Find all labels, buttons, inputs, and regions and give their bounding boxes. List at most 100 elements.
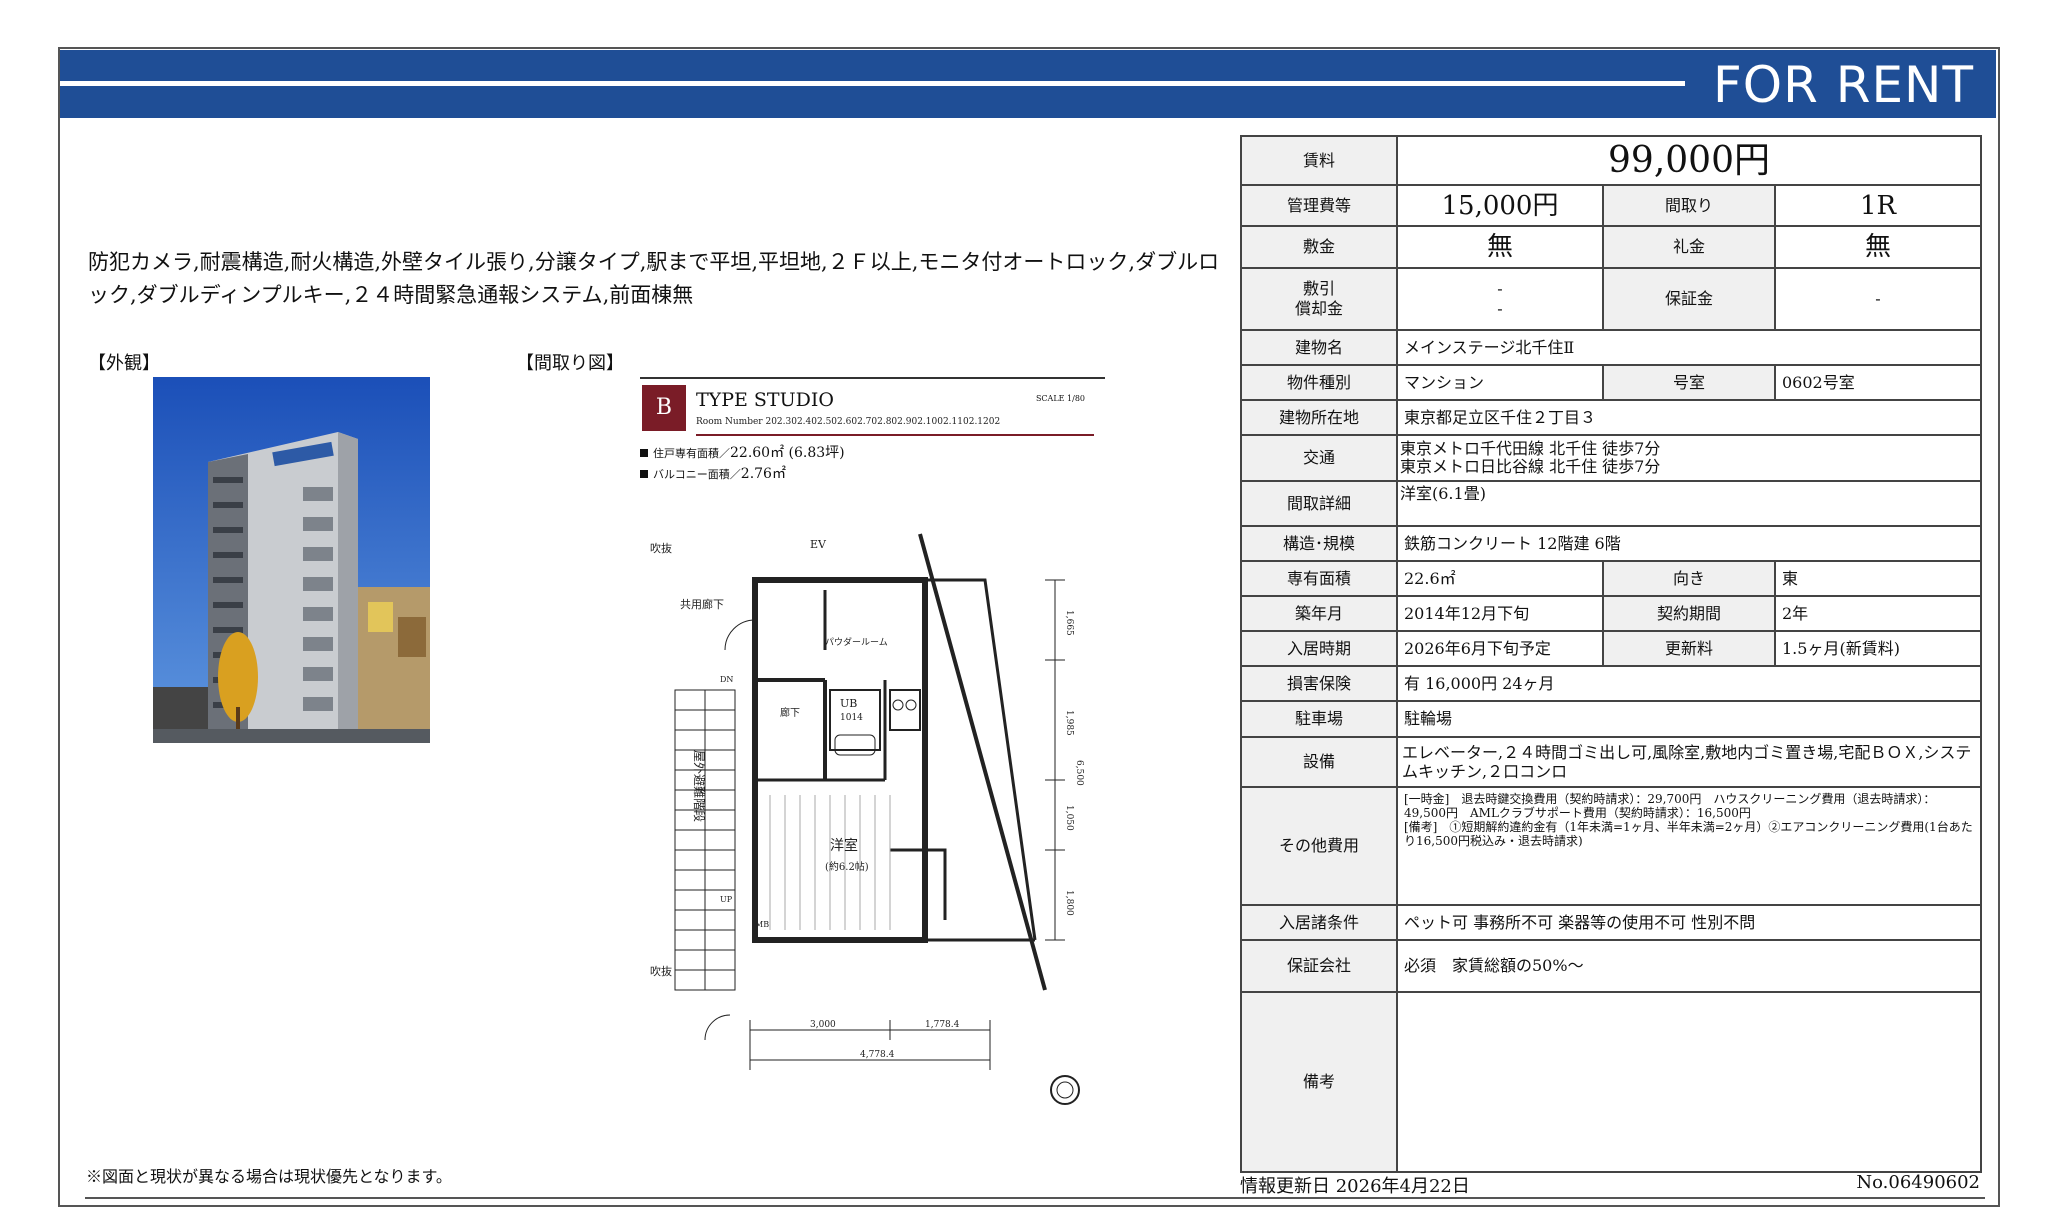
fp-dim-1800: 1,800 [1064,890,1074,916]
scale-text: SCALE 1/80 [1035,394,1085,403]
movein-label: 入居時期 [1240,630,1398,667]
facing-label: 向き [1602,560,1776,597]
access-line-2: 東京メトロ日比谷線 北千住 徒歩7分 [1400,457,1661,476]
row-guarantee-company: 保証会社 必須 家賃総額の50%～ [1240,939,1982,993]
fp-ev: EV [810,538,827,551]
built-label: 築年月 [1240,595,1398,632]
fp-mb: MB [755,920,769,929]
room-numbers: Room Number 202.302.402.502.602.702.802.… [696,417,1001,427]
shokyaku-value: - [1497,299,1503,318]
fp-dn: DN [720,675,733,684]
row-ptype: 物件種別 マンション 号室 0602号室 [1240,364,1982,401]
row-equipment: 設備 エレベーター,２４時間ゴミ出し可,風除室,敷地内ゴミ置き場,宅配ＢＯＸ,シ… [1240,736,1982,788]
rent-value: 99,000円 [1396,135,1982,186]
row-shikibiki: 敷引 償却金 - - 保証金 - [1240,267,1982,331]
fp-dim-1665: 1,665 [1064,610,1074,636]
other-line-1: [一時金] 退去時鍵交換費用（契約時請求）：29,700円 ハウスクリーニング費… [1404,792,1936,820]
balcony-line: バルコニー面積／2.76㎡ [640,464,845,485]
shikibiki-values: - - [1396,267,1604,331]
type-name: TYPE STUDIO [696,389,834,411]
row-parking: 駐車場 駐輪場 [1240,700,1982,738]
building-label: 建物名 [1240,329,1398,366]
mgmt-value: 15,000円 [1396,184,1604,227]
footer-rule [85,1197,1985,1199]
deposit-value: 無 [1396,225,1604,269]
row-movein: 入居時期 2026年6月下旬予定 更新料 1.5ヶ月(新賃料) [1240,630,1982,667]
fp-ub-size: 1014 [840,713,863,723]
fp-fukinuke-top: 吹抜 [650,541,672,555]
fp-yoshitsu: 洋室 [830,837,858,854]
fp-up: UP [720,895,733,904]
ptype-value: マンション [1396,364,1604,401]
other-value: [一時金] 退去時鍵交換費用（契約時請求）：29,700円 ハウスクリーニング費… [1396,786,1982,906]
room-label: 号室 [1602,364,1776,401]
update-date: 情報更新日 2026年4月22日 [1240,1176,1470,1197]
feature-list: 防犯カメラ,耐震構造,耐火構造,外壁タイル張り,分譲タイプ,駅まで平坦,平坦地,… [88,250,1220,307]
row-mgmt: 管理費等 15,000円 間取り 1R [1240,184,1982,227]
row-building: 建物名 メインステージ北千住Ⅱ [1240,329,1982,366]
address-label: 建物所在地 [1240,399,1398,436]
contract-value: 2年 [1774,595,1982,632]
row-address: 建物所在地 東京都足立区千住２丁目３ [1240,399,1982,436]
banner-stripe [60,81,1685,86]
renewal-value: 1.5ヶ月(新賃料) [1774,630,1982,667]
insurance-label: 損害保険 [1240,665,1398,702]
disclaimer-note: ※図面と現状が異なる場合は現状優先となります。 [86,1167,452,1186]
shikibiki-value: - [1497,279,1503,298]
area-value: 22.60㎡ (6.83坪) [730,445,845,461]
fp-dim-1778: 1,778.4 [925,1020,960,1030]
equipment-value: エレベーター,２４時間ゴミ出し可,風除室,敷地内ゴミ置き場,宅配ＢＯＸ,システム… [1396,736,1982,788]
layout-value: 1R [1774,184,1982,227]
parking-label: 駐車場 [1240,700,1398,738]
rent-label: 賃料 [1240,135,1398,186]
access-label: 交通 [1240,434,1398,482]
fp-ub: UB [840,697,857,710]
fp-roka: 廊下 [780,706,800,719]
property-info-table: 賃料 99,000円 管理費等 15,000円 間取り 1R 敷金 無 礼金 無… [1240,135,1982,1173]
row-built: 築年月 2014年12月下旬 契約期間 2年 [1240,595,1982,632]
floorplan-header: B TYPE STUDIO SCALE 1/80 Room Number 202… [640,377,1105,437]
gcompany-value: 必須 家賃総額の50%～ [1396,939,1982,993]
movein-value: 2026年6月下旬予定 [1396,630,1604,667]
facing-value: 東 [1774,560,1982,597]
fp-dim-1050: 1,050 [1064,805,1074,831]
row-other-fees: その他費用 [一時金] 退去時鍵交換費用（契約時請求）：29,700円 ハウスク… [1240,786,1982,906]
address-value: 東京都足立区千住２丁目３ [1396,399,1982,436]
other-line-2: [備考] ①短期解約違約金有（1年未満=1ヶ月、半年未満=2ヶ月）②エアコンクリ… [1404,820,1973,848]
structure-value: 鉄筋コンクリート 12階建 6階 [1396,525,1982,562]
fp-dim-3000: 3,000 [810,1020,836,1030]
conditions-label: 入居諸条件 [1240,904,1398,941]
balcony-value: 2.76㎡ [740,466,786,482]
layout-detail-value: 洋室(6.1畳) [1396,480,1982,527]
guarantee-value: - [1774,267,1982,331]
built-value: 2014年12月下旬 [1396,595,1604,632]
row-layout-detail: 間取詳細 洋室(6.1畳) [1240,480,1982,527]
row-deposit: 敷金 無 礼金 無 [1240,225,1982,269]
area-line: 住戸専有面積／22.60㎡ (6.83坪) [640,443,845,464]
remarks-label: 備考 [1240,991,1398,1173]
row-structure: 構造･規模 鉄筋コンクリート 12階建 6階 [1240,525,1982,562]
area-label: 専有面積 [1240,560,1398,597]
exterior-label: 【外観】 [88,353,160,374]
room-value: 0602号室 [1774,364,1982,401]
area-value: 22.6㎡ [1396,560,1604,597]
parking-value: 駐輪場 [1396,700,1982,738]
floorplan-drawing: EV 吹抜 共用廊下 パウダールーム UB 1014 廊下 洋室 (約6.2帖)… [645,520,1085,1120]
other-label: その他費用 [1240,786,1398,906]
fp-fukinuke-bottom: 吹抜 [650,964,672,978]
row-remarks: 備考 [1240,991,1982,1173]
renewal-label: 更新料 [1602,630,1776,667]
gcompany-label: 保証会社 [1240,939,1398,993]
access-line-1: 東京メトロ千代田線 北千住 徒歩7分 [1400,439,1661,458]
floorplan-label: 【間取り図】 [516,353,624,374]
shikibiki-label: 敷引 [1302,279,1335,298]
row-conditions: 入居諸条件 ペット可 事務所不可 楽器等の使用不可 性別不問 [1240,904,1982,941]
equipment-label: 設備 [1240,736,1398,788]
fp-powder: パウダールーム [825,636,888,648]
key-money-value: 無 [1774,225,1982,269]
deposit-label: 敷金 [1240,225,1398,269]
layout-label: 間取り [1602,184,1776,227]
exterior-photo [153,377,430,743]
structure-label: 構造･規模 [1240,525,1398,562]
header-rule [640,377,1105,379]
